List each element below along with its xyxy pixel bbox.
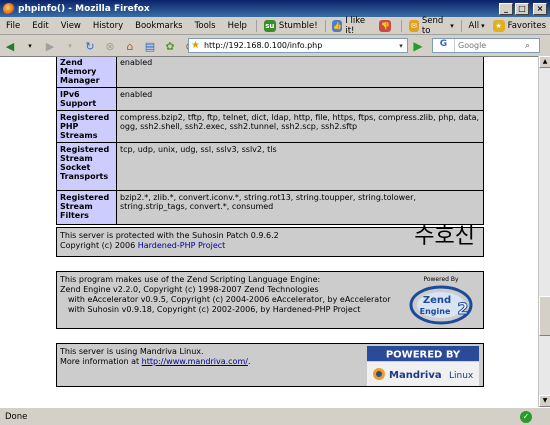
- table-row: Registered Stream Filters bzip2.*, zlib.…: [56, 190, 484, 225]
- mandriva-period: .: [247, 357, 251, 366]
- mandriva-word: Mandriva: [389, 370, 442, 381]
- reload-icon[interactable]: ↻: [81, 38, 99, 54]
- menu-file[interactable]: File: [0, 21, 26, 31]
- star-icon[interactable]: ★: [191, 40, 200, 51]
- minimize-button[interactable]: _: [499, 2, 513, 15]
- search-icon[interactable]: ⌕: [525, 41, 530, 51]
- all-button[interactable]: All ▾: [465, 21, 489, 31]
- row-label: IPv6 Support: [56, 87, 117, 111]
- row-label: Registered PHP Streams: [56, 110, 117, 143]
- sendto-label: Send to: [421, 15, 444, 36]
- menu-help[interactable]: Help: [222, 21, 253, 31]
- back-icon[interactable]: ◀: [1, 38, 19, 54]
- title-bar: phpinfo() - Mozilla Firefox _ □ ×: [0, 0, 550, 17]
- engine-word: Engine: [420, 307, 451, 316]
- hardened-php-link[interactable]: Hardened-PHP Project: [138, 241, 226, 250]
- mandriva-link[interactable]: http://www.mandriva.com/: [142, 357, 248, 366]
- scroll-up-icon[interactable]: ▲: [539, 56, 550, 68]
- page-content: Zend Memory Manager enabled IPv6 Support…: [0, 56, 538, 407]
- menu-separator: [401, 19, 403, 32]
- all-label: All: [468, 20, 480, 31]
- sendto-button[interactable]: ✉ Send to ▾: [405, 16, 457, 36]
- search-input[interactable]: [455, 41, 525, 50]
- like-label: I like it!: [345, 15, 366, 36]
- zend-powered-by: Powered By: [423, 276, 459, 283]
- row-value: enabled: [116, 87, 484, 111]
- menu-separator: [460, 19, 462, 32]
- menu-tools[interactable]: Tools: [189, 21, 222, 31]
- suhosin-box: This server is protected with the Suhosi…: [56, 224, 484, 257]
- row-value: bzip2.*, zlib.*, convert.iconv.*, string…: [116, 190, 484, 225]
- menu-separator: [324, 19, 326, 32]
- search-box[interactable]: G ⌕: [432, 38, 540, 53]
- forward-dropdown-icon[interactable]: ▾: [61, 38, 79, 54]
- menu-history[interactable]: History: [87, 21, 129, 31]
- dislike-button[interactable]: 👎: [375, 19, 398, 32]
- row-value: compress.bzip2, tftp, ftp, telnet, dict,…: [116, 110, 484, 143]
- menu-view[interactable]: View: [55, 21, 87, 31]
- back-dropdown-icon[interactable]: ▾: [21, 38, 39, 54]
- menu-separator: [255, 19, 257, 32]
- favorites-label: Favorites: [507, 20, 547, 31]
- url-bar[interactable]: ★ http://192.168.0.100/info.php ▾: [188, 38, 408, 53]
- zend-number: 2: [457, 299, 468, 318]
- navigation-toolbar: ◀ ▾ ▶ ▾ ↻ ⊗ ⌂ ▤ ✿ ⊘ ★ http://192.168.0.1…: [0, 36, 550, 56]
- zend-box: This program makes use of the Zend Scrip…: [56, 271, 484, 329]
- bookmark-page-icon[interactable]: ▤: [141, 38, 159, 54]
- mandriva-logo[interactable]: POWERED BY Mandriva Linux: [367, 346, 479, 386]
- checkmark-icon[interactable]: ✓: [520, 410, 532, 423]
- send-icon: ✉: [409, 19, 419, 32]
- menu-edit[interactable]: Edit: [26, 21, 54, 31]
- row-value: tcp, udp, unix, udg, ssl, sslv3, sslv2, …: [116, 142, 484, 191]
- zend-engine-logo[interactable]: Powered By Zend Engine 2: [405, 274, 477, 328]
- google-icon[interactable]: G: [433, 39, 455, 52]
- table-row: Zend Memory Manager enabled: [56, 57, 484, 88]
- row-label: Registered Stream Socket Transports: [56, 142, 117, 191]
- table-row: Registered Stream Socket Transports tcp,…: [56, 142, 484, 191]
- star-icon: ★: [492, 19, 505, 32]
- url-text[interactable]: http://192.168.0.100/info.php: [204, 41, 395, 50]
- table-row: IPv6 Support enabled: [56, 87, 484, 111]
- stumbleupon-icon: su: [263, 19, 276, 32]
- linux-word: Linux: [449, 371, 474, 381]
- chevron-down-icon[interactable]: ▾: [395, 42, 407, 50]
- row-value: enabled: [116, 57, 484, 88]
- scroll-thumb[interactable]: [539, 296, 550, 336]
- close-button[interactable]: ×: [533, 2, 547, 15]
- zend-word: Zend: [423, 295, 451, 306]
- suhosin-copyright: Copyright (c) 2006: [60, 241, 138, 250]
- vertical-scrollbar[interactable]: ▲ ▼: [538, 56, 550, 407]
- status-text: Done: [5, 411, 28, 422]
- suhosin-logo: 수호신: [414, 224, 475, 249]
- thumbs-down-icon: 👎: [379, 19, 392, 32]
- table-row: Registered PHP Streams compress.bzip2, t…: [56, 110, 484, 143]
- status-bar: Done ✓: [0, 407, 550, 425]
- home-icon[interactable]: ⌂: [121, 38, 139, 54]
- row-label: Zend Memory Manager: [56, 57, 117, 88]
- window-title: phpinfo() - Mozilla Firefox: [18, 3, 150, 14]
- stumble-label: Stumble!: [278, 20, 318, 31]
- favorites-button[interactable]: ★ Favorites: [489, 19, 550, 32]
- stop-icon[interactable]: ⊗: [101, 38, 119, 54]
- mandriva-box: This server is using Mandriva Linux. Mor…: [56, 343, 484, 387]
- forward-icon[interactable]: ▶: [41, 38, 59, 54]
- firefox-icon: [3, 2, 15, 15]
- maximize-button[interactable]: □: [515, 2, 529, 15]
- go-icon[interactable]: ▶: [410, 38, 426, 53]
- menu-bar: File Edit View History Bookmarks Tools H…: [0, 16, 550, 36]
- info-table: Zend Memory Manager enabled IPv6 Support…: [56, 57, 484, 225]
- like-button[interactable]: 👍 I like it!: [328, 16, 375, 36]
- row-label: Registered Stream Filters: [56, 190, 117, 225]
- chevron-down-icon: ▾: [481, 21, 485, 30]
- mandriva-powered-by: POWERED BY: [386, 350, 461, 361]
- thumbs-up-icon: 👍: [332, 19, 343, 32]
- mandriva-more-info: More information at: [60, 357, 142, 366]
- menu-bookmarks[interactable]: Bookmarks: [129, 21, 189, 31]
- chevron-down-icon: ▾: [450, 21, 454, 30]
- scroll-down-icon[interactable]: ▼: [539, 395, 550, 407]
- addon-icon[interactable]: ✿: [161, 38, 179, 54]
- stumble-button[interactable]: su Stumble!: [260, 19, 322, 32]
